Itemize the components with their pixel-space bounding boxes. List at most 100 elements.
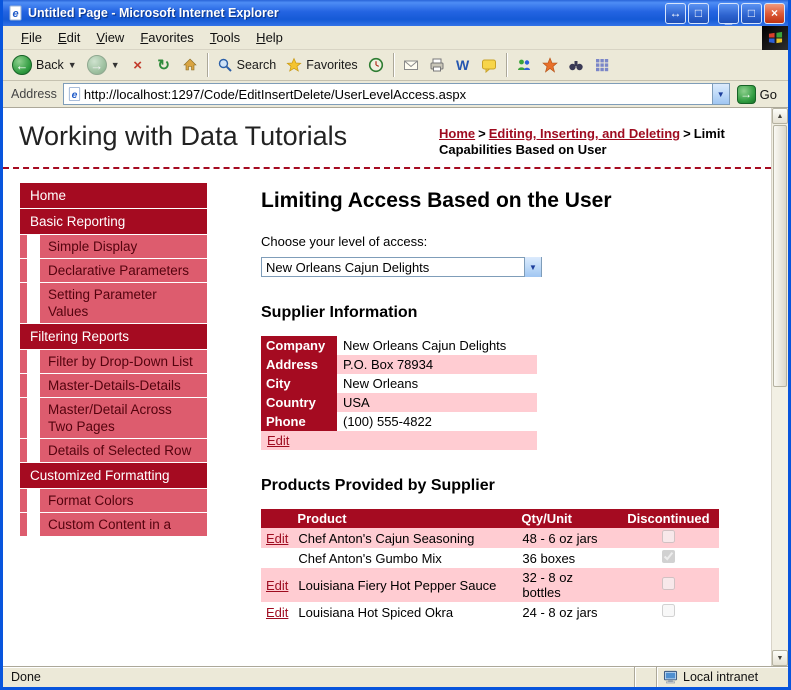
supplier-edit-link[interactable]: Edit [267, 433, 289, 448]
home-button[interactable] [181, 56, 199, 74]
refresh-button[interactable]: ↻ [155, 56, 173, 74]
back-button[interactable]: ← Back ▼ [7, 53, 82, 77]
sidebar-item-simple-display[interactable]: Simple Display [20, 235, 207, 258]
scroll-up-button[interactable]: ▲ [772, 108, 788, 124]
sidebar-item-rail [20, 350, 27, 373]
table-row: Edit [261, 431, 537, 450]
product-edit-link[interactable]: Edit [266, 578, 288, 593]
address-input-box: e ▼ [62, 83, 730, 105]
maximize-button[interactable]: □ [741, 2, 762, 24]
mail-icon [403, 60, 418, 70]
breadcrumb-link-editing[interactable]: Editing, Inserting, and Deleting [489, 126, 680, 141]
edit-with-word-button[interactable]: W [454, 56, 472, 74]
go-button[interactable]: → Go [730, 84, 784, 105]
go-label: Go [759, 86, 777, 102]
scrollbar-thumb[interactable] [773, 125, 787, 387]
menu-favorites[interactable]: Favorites [132, 27, 201, 48]
discontinued-checkbox[interactable] [661, 530, 675, 543]
discontinued-checkbox[interactable] [661, 577, 675, 590]
sidebar-item-rail [20, 374, 27, 397]
menu-view[interactable]: View [88, 27, 132, 48]
messenger-button[interactable] [515, 56, 533, 74]
sidebar-item-custom-content[interactable]: Custom Content in a [20, 513, 207, 536]
product-name: Chef Anton's Gumbo Mix [298, 550, 442, 566]
sidebar-item-details-of-selected-row[interactable]: Details of Selected Row [20, 439, 207, 462]
chevron-down-icon: ▼ [529, 262, 537, 272]
breadcrumb-link-home[interactable]: Home [439, 126, 475, 141]
sidebar-item-setting-parameter-values[interactable]: Setting Parameter Values [20, 283, 207, 323]
table-header-row: Product Qty/Unit Discontinued [261, 509, 720, 528]
product-edit-link[interactable]: Edit [266, 531, 288, 546]
menu-edit[interactable]: Edit [50, 27, 88, 48]
menu-file[interactable]: File [13, 27, 50, 48]
supplier-field-label: Phone [261, 412, 337, 431]
fullscreen-button[interactable]: □ [688, 2, 709, 24]
vertical-scrollbar[interactable]: ▲ ▼ [771, 108, 788, 666]
product-edit-link[interactable]: Edit [266, 605, 288, 620]
stop-button[interactable]: × [129, 56, 147, 74]
discontinued-checkbox[interactable] [661, 550, 675, 563]
sidebar-item-rail [20, 283, 27, 323]
supplier-table: Company New Orleans Cajun Delights Addre… [261, 336, 537, 450]
product-qty: 32 - 8 oz bottles [517, 568, 618, 602]
favorites-button[interactable]: Favorites [281, 55, 362, 75]
table-row: Company New Orleans Cajun Delights [261, 336, 537, 355]
sidebar-item-filter-by-dropdown-list[interactable]: Filter by Drop-Down List [20, 350, 207, 373]
maximize-icon: □ [747, 6, 756, 20]
close-button[interactable]: × [764, 2, 785, 24]
address-input[interactable] [81, 86, 712, 102]
table-row: Country USA [261, 393, 537, 412]
supplier-field-label: Country [261, 393, 337, 412]
binoculars-icon [568, 61, 583, 71]
resize-button[interactable]: ↔ [665, 2, 686, 24]
sidebar-item-master-detail-across-two-pages[interactable]: Master/Detail Across Two Pages [20, 398, 207, 438]
table-row: Phone (100) 555-4822 [261, 412, 537, 431]
product-name: Louisiana Hot Spiced Okra [298, 604, 454, 620]
supplier-field-value: New Orleans Cajun Delights [343, 338, 507, 353]
discontinued-checkbox[interactable] [661, 604, 675, 617]
search-icon [218, 58, 232, 72]
quick-links-button[interactable] [593, 56, 611, 74]
horizontal-arrows-icon: ↔ [669, 6, 682, 20]
back-label: Back [36, 58, 64, 72]
sidebar-item-home[interactable]: Home [20, 183, 207, 208]
arrow-down-icon: ▼ [776, 654, 784, 662]
access-level-selected-value: New Orleans Cajun Delights [266, 259, 430, 275]
page-title: Limiting Access Based on the User [261, 189, 612, 212]
forward-button[interactable]: → ▼ [82, 53, 125, 77]
sidebar-item-master-details-details[interactable]: Master-Details-Details [20, 374, 207, 397]
back-dropdown-icon[interactable]: ▼ [68, 60, 77, 70]
select-dropdown-button[interactable]: ▼ [524, 257, 541, 277]
discuss-button[interactable] [480, 56, 498, 74]
column-header-qty: Qty/Unit [517, 509, 618, 528]
address-dropdown-button[interactable]: ▼ [711, 84, 729, 104]
table-row: Edit Chef Anton's Cajun Seasoning 48 - 6… [261, 528, 720, 548]
menu-tools[interactable]: Tools [202, 27, 248, 48]
home-icon [182, 58, 197, 71]
research-button[interactable] [567, 56, 585, 74]
print-button[interactable] [428, 56, 446, 74]
stop-icon: × [133, 56, 143, 74]
access-level-select[interactable]: New Orleans Cajun Delights ▼ [261, 257, 542, 277]
sidebar-item-declarative-parameters[interactable]: Declarative Parameters [20, 259, 207, 282]
go-arrow-icon: → [736, 84, 756, 104]
product-qty: 36 boxes [522, 550, 576, 566]
history-button[interactable] [367, 56, 385, 74]
computer-icon [663, 670, 678, 684]
mail-button[interactable] [402, 56, 420, 74]
sidebar-section-filtering-reports[interactable]: Filtering Reports [20, 324, 207, 349]
sidebar-item-format-colors[interactable]: Format Colors [20, 489, 207, 512]
status-bar: Done Local intranet [3, 666, 788, 687]
sidebar-item-rail [20, 398, 27, 438]
minimize-button[interactable]: _ [718, 2, 739, 25]
media-button[interactable] [541, 56, 559, 74]
sidebar-section-basic-reporting[interactable]: Basic Reporting [20, 209, 207, 234]
scroll-down-button[interactable]: ▼ [772, 650, 788, 666]
forward-dropdown-icon[interactable]: ▼ [111, 60, 120, 70]
menu-help[interactable]: Help [248, 27, 291, 48]
sidebar-nav: Home Basic Reporting Simple Display Decl… [20, 183, 207, 622]
search-button[interactable]: Search [212, 55, 282, 75]
sidebar-section-customized-formatting[interactable]: Customized Formatting [20, 463, 207, 488]
chevron-down-icon: ▼ [716, 89, 725, 99]
scrollbar-track[interactable] [772, 124, 788, 650]
